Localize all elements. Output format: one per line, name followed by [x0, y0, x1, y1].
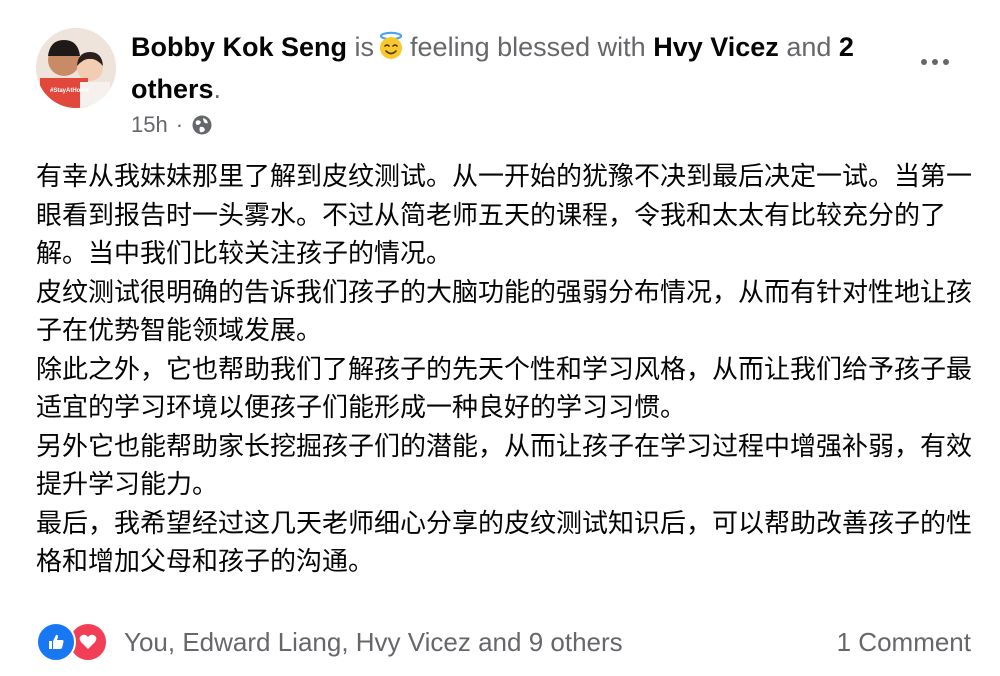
- feeling-text: feeling blessed with: [410, 32, 646, 62]
- post-options-button[interactable]: [915, 48, 955, 76]
- reactions-summary[interactable]: [36, 622, 108, 662]
- more-dot: [943, 59, 949, 65]
- more-dot: [932, 59, 938, 65]
- post-paragraph: 皮纹测试很明确的告诉我们孩子的大脑功能的强弱分布情况，从而有针对性地让孩子在优势…: [36, 277, 973, 347]
- post-paragraph: 最后，我希望经过这几天老师细心分享的皮纹测试知识后，可以帮助改善孩子的性格和增加…: [36, 508, 973, 578]
- tagged-person-link[interactable]: Hvy Vicez: [653, 32, 779, 62]
- post-meta: 15h ·: [131, 112, 213, 138]
- more-dot: [921, 59, 927, 65]
- post-header: Bobby Kok Seng is feeling blessed with H…: [131, 26, 891, 110]
- author-avatar[interactable]: #StayAtHome: [36, 28, 116, 108]
- reactions-list[interactable]: You, Edward Liang, Hvy Vicez and 9 other…: [124, 627, 623, 658]
- post-timestamp[interactable]: 15h: [131, 112, 168, 138]
- smiling-face-with-halo-icon: [379, 31, 403, 59]
- post-paragraph: 有幸从我妹妹那里了解到皮纹测试。从一开始的犹豫不决到最后决定一试。当第一眼看到报…: [36, 162, 973, 269]
- header-period: .: [213, 74, 222, 104]
- and-text: and: [786, 32, 832, 62]
- post-footer: You, Edward Liang, Hvy Vicez and 9 other…: [36, 620, 971, 664]
- avatar-badge: #StayAtHome: [50, 88, 90, 94]
- post-body: 有幸从我妹妹那里了解到皮纹测试。从一开始的犹豫不决到最后决定一试。当第一眼看到报…: [36, 158, 976, 582]
- author-name[interactable]: Bobby Kok Seng: [131, 32, 347, 62]
- comments-count-link[interactable]: 1 Comment: [837, 627, 971, 658]
- like-icon: [36, 622, 76, 662]
- meta-separator: ·: [175, 112, 184, 137]
- post-paragraph: 除此之外，它也帮助我们了解孩子的先天个性和学习风格，从而让我们给予孩子最适宜的学…: [36, 354, 973, 424]
- post-paragraph: 另外它也能帮助家长挖掘孩子们的潜能，从而让孩子在学习过程中增强补弱，有效提升学习…: [36, 431, 973, 501]
- is-text: is: [354, 32, 375, 62]
- globe-icon: [192, 115, 212, 135]
